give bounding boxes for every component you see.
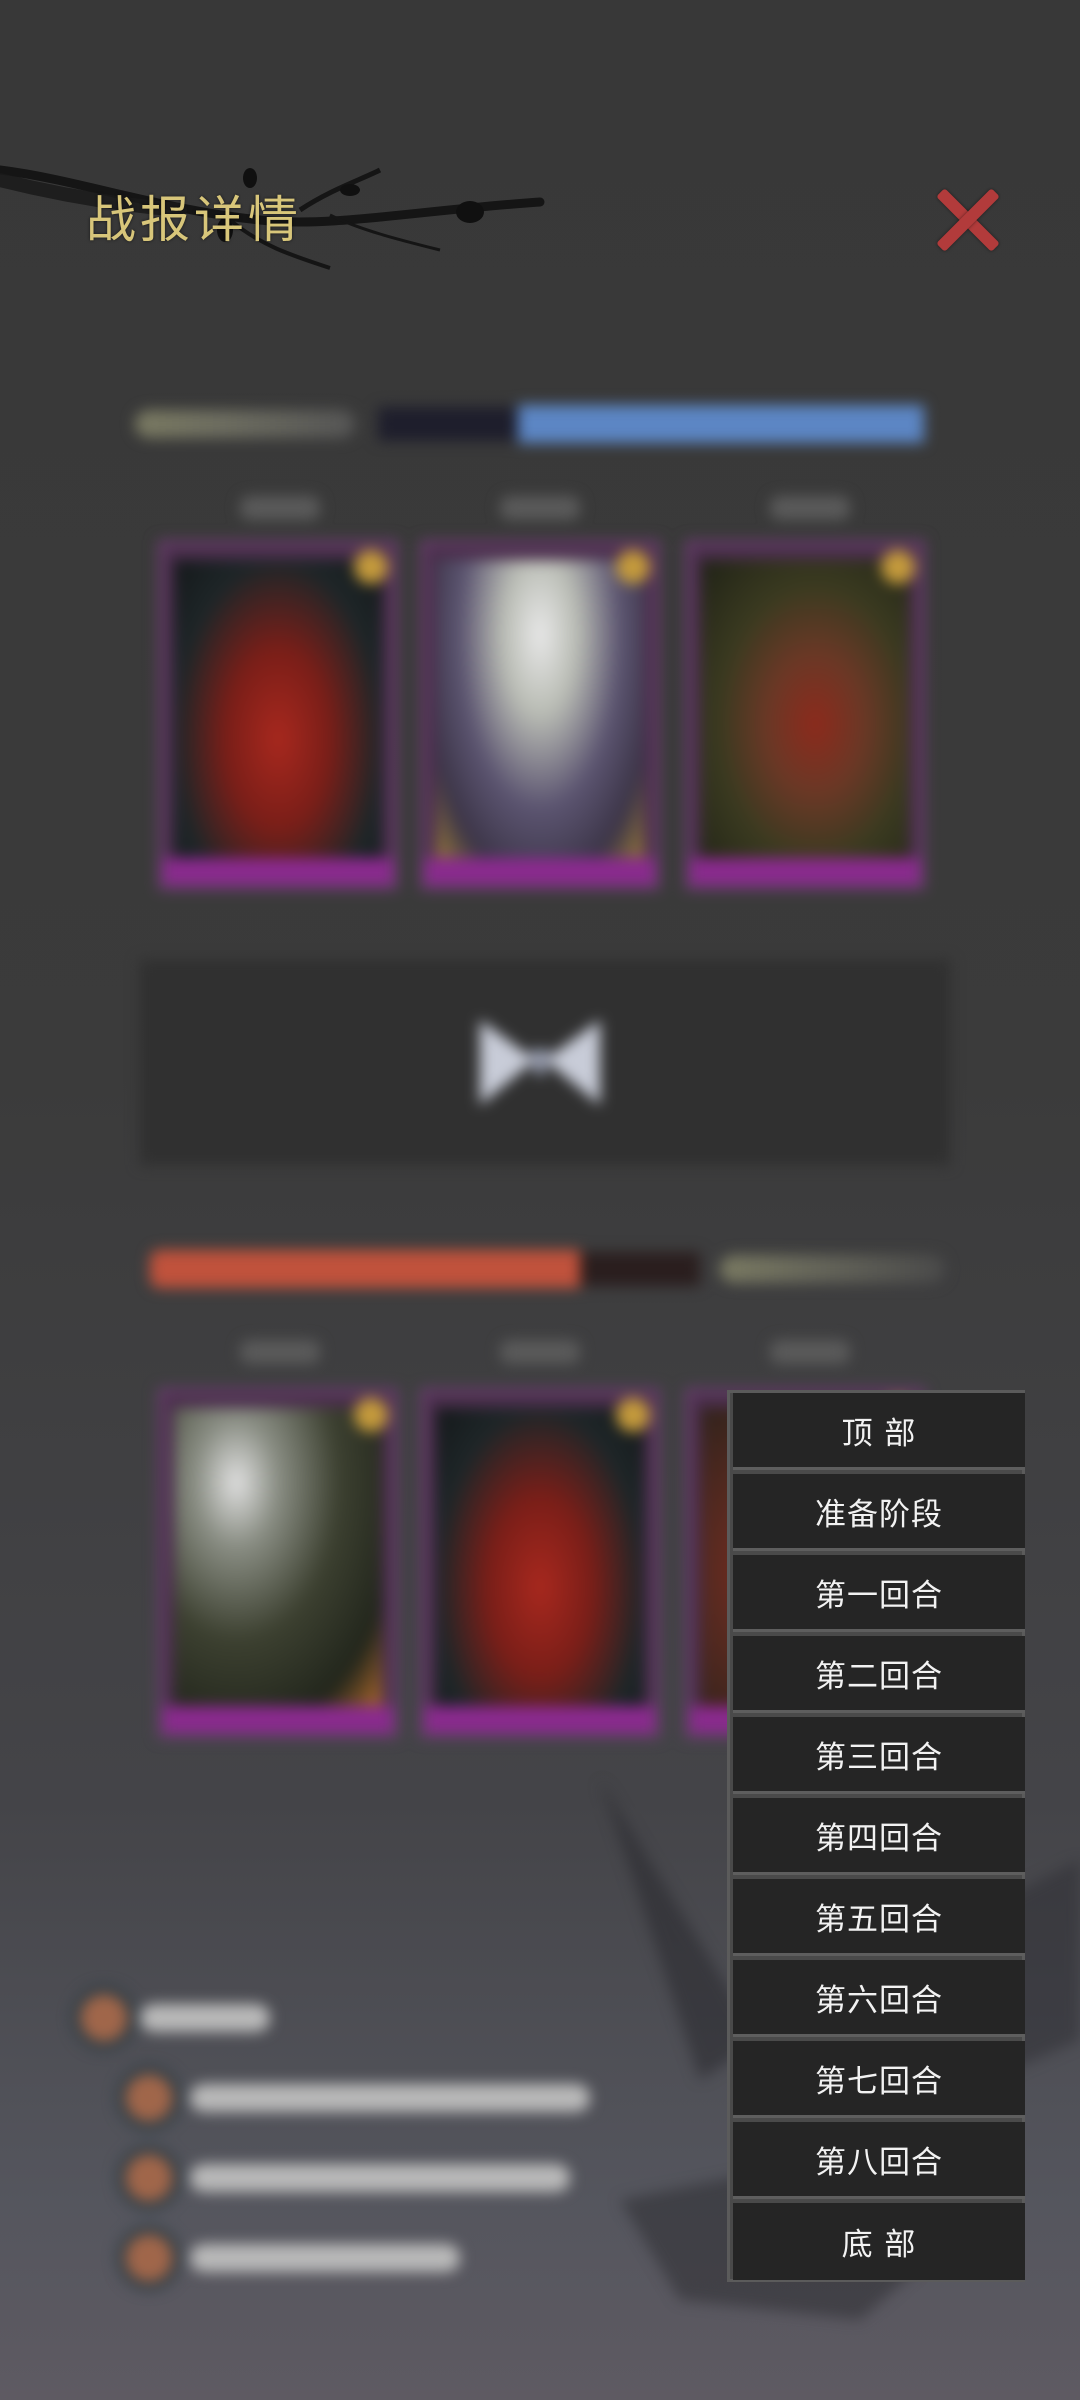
jump-round-1-button[interactable]: 第一回合 xyxy=(733,1555,1025,1632)
bottom-hero-name-2 xyxy=(500,1340,580,1364)
log-row xyxy=(105,2230,485,2286)
log-row xyxy=(105,2070,605,2126)
bottom-hero-card-2[interactable] xyxy=(420,1388,660,1738)
jump-top-button[interactable]: 顶 部 xyxy=(733,1393,1025,1470)
crossed-swords-icon xyxy=(480,1020,600,1105)
top-hero-name-1 xyxy=(240,496,320,520)
bottom-hero-name-1 xyxy=(240,1340,320,1364)
jump-round-3-button[interactable]: 第三回合 xyxy=(733,1717,1025,1794)
jump-round-4-button[interactable]: 第四回合 xyxy=(733,1798,1025,1875)
jump-bottom-button[interactable]: 底 部 xyxy=(733,2203,1025,2280)
top-hero-card-2[interactable] xyxy=(420,540,660,890)
bottom-hero-card-1[interactable] xyxy=(158,1388,398,1738)
bottom-team-hp-empty xyxy=(580,1252,700,1286)
jump-preparation-button[interactable]: 准备阶段 xyxy=(733,1474,1025,1551)
jump-round-7-button[interactable]: 第七回合 xyxy=(733,2041,1025,2118)
bottom-hero-name-3 xyxy=(770,1340,850,1364)
jump-round-6-button[interactable]: 第六回合 xyxy=(733,1960,1025,2037)
round-jump-menu: 顶 部 准备阶段 第一回合 第二回合 第三回合 第四回合 第五回合 第六回合 第… xyxy=(727,1390,1025,2282)
jump-round-5-button[interactable]: 第五回合 xyxy=(733,1879,1025,1956)
close-button[interactable] xyxy=(928,180,1008,260)
page-title: 战报详情 xyxy=(86,191,302,249)
top-hero-card-3[interactable] xyxy=(685,540,925,890)
top-hero-name-2 xyxy=(500,496,580,520)
top-team-hp-empty xyxy=(378,407,518,441)
jump-round-2-button[interactable]: 第二回合 xyxy=(733,1636,1025,1713)
bottom-team-name-bar xyxy=(720,1255,945,1283)
top-team-hp-bar xyxy=(518,405,924,443)
jump-round-8-button[interactable]: 第八回合 xyxy=(733,2122,1025,2199)
top-team-name-bar xyxy=(135,410,355,438)
log-row xyxy=(105,2150,585,2206)
bottom-team-hp-bar xyxy=(150,1250,580,1288)
top-hero-card-1[interactable] xyxy=(158,540,398,890)
log-row xyxy=(60,1990,300,2046)
top-hero-name-3 xyxy=(770,496,850,520)
